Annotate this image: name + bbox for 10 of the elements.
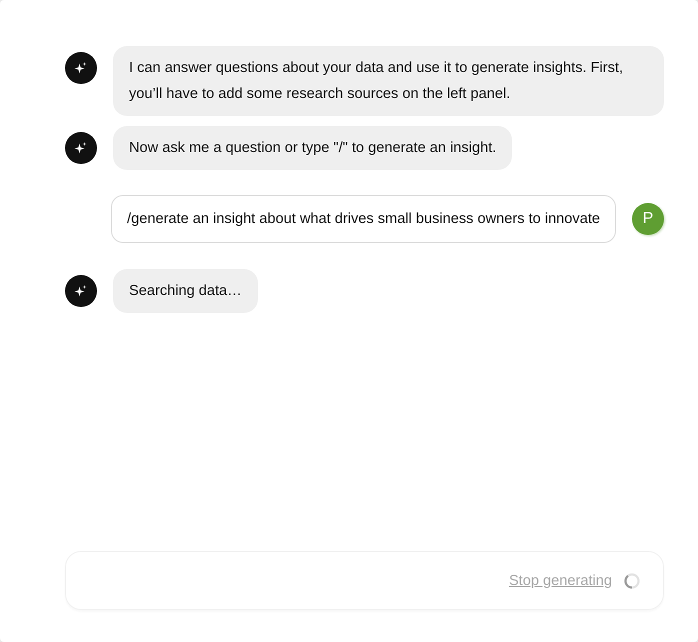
sparkle-avatar-icon bbox=[65, 52, 97, 84]
sparkle-avatar-icon bbox=[65, 275, 97, 307]
chat-input-box[interactable]: Stop generating bbox=[65, 551, 664, 610]
user-avatar: P bbox=[632, 203, 664, 235]
assistant-message: Now ask me a question or type "/" to generate an insight. bbox=[113, 126, 512, 170]
assistant-message: Searching data… bbox=[113, 269, 258, 313]
user-message: /generate an insight about what drives small business owners to innovate bbox=[111, 195, 616, 243]
assistant-message: I can answer questions about your data and use it to generate insights. First, you’ll have to add some research sources on the left panel. bbox=[113, 46, 664, 116]
stop-generating-link[interactable]: Stop generating bbox=[508, 572, 612, 588]
sparkle-avatar-icon bbox=[65, 132, 97, 164]
